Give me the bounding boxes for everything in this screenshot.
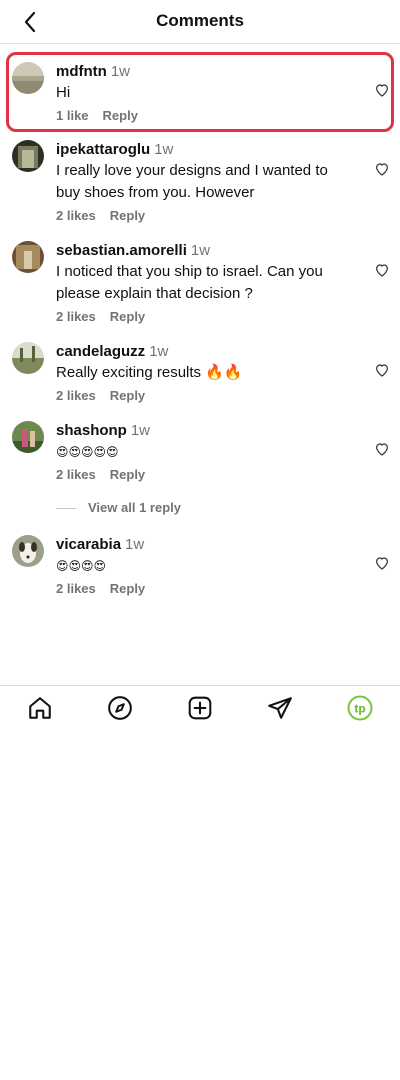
comment-time: 1w <box>130 422 151 439</box>
comment-username[interactable]: shashonp <box>56 422 127 439</box>
view-replies-label: View all 1 reply <box>88 500 181 515</box>
page-title: Comments <box>156 11 244 30</box>
likes-count[interactable]: 1 like <box>56 108 89 123</box>
nav-explore[interactable] <box>106 694 134 722</box>
comment-username[interactable]: sebastian.amorelli <box>56 242 187 259</box>
avatar[interactable] <box>12 140 44 172</box>
comment-username[interactable]: candelaguzz <box>56 343 145 360</box>
reply-divider <box>56 508 76 510</box>
avatar[interactable] <box>12 241 44 273</box>
profile-avatar: tp <box>347 695 373 721</box>
comment-text: Hi <box>56 84 71 101</box>
nav-profile[interactable]: tp <box>346 694 374 722</box>
avatar[interactable] <box>12 342 44 374</box>
comment-username[interactable]: mdfntn <box>56 63 107 80</box>
profile-initials: tp <box>354 702 365 716</box>
heart-icon[interactable] <box>374 555 390 571</box>
nav-new-post[interactable] <box>186 694 214 722</box>
likes-count[interactable]: 2 likes <box>56 208 96 223</box>
home-icon <box>29 697 51 719</box>
avatar[interactable] <box>12 62 44 94</box>
avatar[interactable] <box>12 535 44 567</box>
comment-text: Really exciting results 🔥🔥 <box>56 364 243 381</box>
heart-icon[interactable] <box>374 82 390 98</box>
comment-username[interactable]: vicarabia <box>56 536 121 553</box>
view-replies-link[interactable]: View all 1 reply <box>56 500 181 515</box>
reply-button[interactable]: Reply <box>110 208 145 223</box>
likes-count[interactable]: 2 likes <box>56 309 96 324</box>
new-post-icon <box>188 696 212 720</box>
likes-count[interactable]: 2 likes <box>56 467 96 482</box>
comment-username[interactable]: ipekattaroglu <box>56 141 150 158</box>
comment-time: 1w <box>125 536 145 553</box>
comment-text-line: I noticed that you ship to israel. Can y… <box>56 263 323 280</box>
likes-count[interactable]: 2 likes <box>56 581 96 596</box>
comment-text-line: please explain that decision ? <box>56 285 253 302</box>
avatar[interactable] <box>12 421 44 453</box>
comment-text-line: buy shoes from you. However <box>56 184 255 201</box>
reply-button[interactable]: Reply <box>110 309 145 324</box>
messages-icon <box>268 697 292 719</box>
comment-time: 1w <box>110 63 131 80</box>
comment-text: 😍😍😍😍😍 <box>56 445 119 459</box>
nav-messages[interactable] <box>266 694 294 722</box>
explore-icon <box>108 696 132 720</box>
heart-icon[interactable] <box>374 161 390 177</box>
header: Comments <box>0 0 400 44</box>
reply-button[interactable]: Reply <box>110 581 145 596</box>
reply-button[interactable]: Reply <box>110 388 145 403</box>
reply-button[interactable]: Reply <box>110 467 145 482</box>
comment-time: 1w <box>154 141 174 158</box>
likes-count[interactable]: 2 likes <box>56 388 96 403</box>
reply-button[interactable]: Reply <box>103 108 138 123</box>
bottom-nav: tp <box>0 685 400 730</box>
heart-icon[interactable] <box>374 441 390 457</box>
comment-text: 😍😍😍😍 <box>56 559 107 573</box>
comment-time: 1w <box>190 242 211 259</box>
comment-text-line: I really love your designs and I wanted … <box>56 162 328 179</box>
nav-home[interactable] <box>26 694 54 722</box>
comment-time: 1w <box>149 343 169 360</box>
heart-icon[interactable] <box>374 262 390 278</box>
heart-icon[interactable] <box>374 362 390 378</box>
